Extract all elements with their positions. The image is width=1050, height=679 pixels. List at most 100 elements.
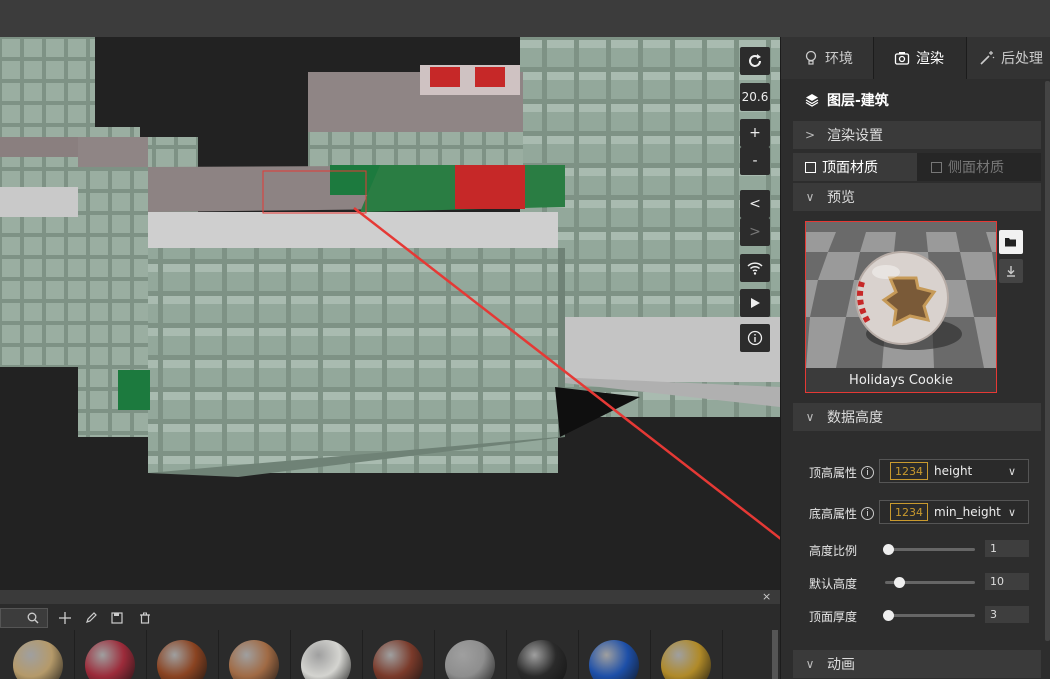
download-icon: [1007, 266, 1015, 277]
panel-scrollbar[interactable]: [1045, 81, 1050, 641]
material-ball: [445, 640, 495, 679]
material-swatch-copper[interactable]: [218, 630, 291, 679]
chevron-down-icon: ∨: [1008, 505, 1017, 519]
tab-top-material[interactable]: 顶面材质: [793, 153, 917, 181]
height-scale-slider[interactable]: [883, 544, 975, 555]
add-icon[interactable]: [56, 609, 74, 627]
zoom-in-button[interactable]: +: [740, 119, 770, 147]
tab-render-label: 渲染: [916, 51, 944, 67]
info-icon[interactable]: [740, 324, 770, 352]
material-swatch-black[interactable]: [506, 630, 579, 679]
default-height-input[interactable]: 10: [985, 573, 1029, 590]
material-ball: [589, 640, 639, 679]
material-ball: [13, 640, 63, 679]
default-height-slider[interactable]: [885, 577, 975, 588]
properties-panel: 环境 渲染 后处理 图层-建筑 > 渲染设置 顶面材质 侧面材质 ∨ 预览 Ho…: [780, 37, 1050, 679]
top-height-value: height: [934, 464, 973, 478]
section-render-settings[interactable]: > 渲染设置: [793, 121, 1041, 149]
rotate-icon[interactable]: [740, 47, 770, 75]
wifi-icon[interactable]: [740, 254, 770, 282]
top-height-label: 顶高属性 i: [809, 464, 875, 481]
top-thickness-slider[interactable]: [883, 610, 975, 621]
material-swatch-red-fabric[interactable]: [74, 630, 147, 679]
section-data-height-label: 数据高度: [827, 410, 883, 426]
base-height-label-text: 底高属性: [809, 507, 858, 521]
tab-environment-label: 环境: [825, 51, 853, 67]
delete-icon[interactable]: [136, 609, 154, 627]
layer-title-text: 图层-建筑: [827, 93, 889, 109]
material-ball: [373, 640, 423, 679]
material-ball: [229, 640, 279, 679]
panel-tabs: 环境 渲染 后处理: [781, 37, 1050, 79]
material-tabs: 顶面材质 侧面材质: [793, 153, 1041, 181]
tab-environment[interactable]: 环境: [781, 37, 873, 79]
top-thickness-label: 顶面厚度: [809, 610, 858, 624]
material-preview[interactable]: Holidays Cookie: [805, 221, 997, 393]
layers-icon: [805, 94, 819, 107]
zoom-level: 20.6: [740, 83, 770, 111]
section-preview-label: 预览: [827, 190, 855, 206]
material-ball: [157, 640, 207, 679]
building-scene: [0, 37, 780, 540]
material-swatch-grey-metal[interactable]: [434, 630, 507, 679]
section-render-settings-label: 渲染设置: [827, 128, 883, 144]
folder-icon: [1005, 238, 1016, 247]
slider-thumb[interactable]: [893, 577, 905, 588]
top-bar: [0, 0, 1050, 37]
material-ball: [301, 640, 351, 679]
material-library: ×: [0, 590, 780, 679]
square-icon: [931, 161, 942, 173]
next-button[interactable]: >: [740, 218, 770, 246]
chevron-right-icon: >: [804, 128, 816, 142]
material-ball: [661, 640, 711, 679]
play-icon[interactable]: [740, 289, 770, 317]
chevron-down-icon: ∨: [805, 190, 815, 204]
top-height-select[interactable]: 1234 height ∨: [879, 459, 1029, 483]
section-animation-label: 动画: [827, 657, 855, 673]
prev-button[interactable]: <: [740, 190, 770, 218]
material-ball: [85, 640, 135, 679]
search-icon[interactable]: [24, 609, 42, 627]
open-folder-button[interactable]: [999, 230, 1023, 254]
material-swatch-wood[interactable]: [146, 630, 219, 679]
info-icon[interactable]: i: [861, 466, 875, 479]
base-height-label: 底高属性 i: [809, 505, 875, 522]
material-swatch-white-rough[interactable]: [290, 630, 363, 679]
edit-icon[interactable]: [82, 609, 100, 627]
library-scrollbar[interactable]: [772, 630, 778, 679]
bulb-icon: [805, 50, 817, 65]
section-data-height[interactable]: ∨ 数据高度: [793, 403, 1041, 431]
chevron-down-icon: ∨: [1008, 464, 1017, 478]
slider-thumb[interactable]: [883, 610, 894, 621]
tab-side-material-label: 侧面材质: [948, 160, 1004, 176]
section-preview[interactable]: ∨ 预览: [793, 183, 1041, 211]
download-button[interactable]: [999, 259, 1023, 283]
section-animation[interactable]: ∨ 动画: [793, 650, 1041, 678]
material-swatch-rust[interactable]: [362, 630, 435, 679]
tab-render[interactable]: 渲染: [873, 37, 967, 79]
info-icon[interactable]: i: [861, 507, 875, 520]
top-thickness-input[interactable]: 3: [985, 606, 1029, 623]
material-ball: [517, 640, 567, 679]
tab-side-material[interactable]: 侧面材质: [917, 153, 1041, 181]
material-preview-image: [806, 222, 996, 368]
tab-top-material-label: 顶面材质: [822, 160, 878, 176]
material-swatch-sand[interactable]: [2, 630, 75, 679]
zoom-out-button[interactable]: -: [740, 147, 770, 175]
base-height-select[interactable]: 1234 min_height ∨: [879, 500, 1029, 524]
material-swatch-blue[interactable]: [578, 630, 651, 679]
material-library-header: ×: [0, 590, 780, 604]
material-name: Holidays Cookie: [806, 368, 996, 392]
layer-title: 图层-建筑: [805, 90, 889, 110]
tab-post-processing-label: 后处理: [1001, 51, 1043, 67]
wand-icon: [980, 51, 995, 65]
save-icon[interactable]: [108, 609, 126, 627]
height-scale-label: 高度比例: [809, 544, 858, 558]
slider-thumb[interactable]: [883, 544, 894, 555]
height-scale-input[interactable]: 1: [985, 540, 1029, 557]
3d-viewport[interactable]: [0, 37, 780, 590]
material-swatch-gold[interactable]: [650, 630, 723, 679]
tab-post-processing[interactable]: 后处理: [967, 37, 1050, 79]
default-height-label: 默认高度: [809, 577, 858, 591]
close-icon[interactable]: ×: [762, 590, 771, 604]
